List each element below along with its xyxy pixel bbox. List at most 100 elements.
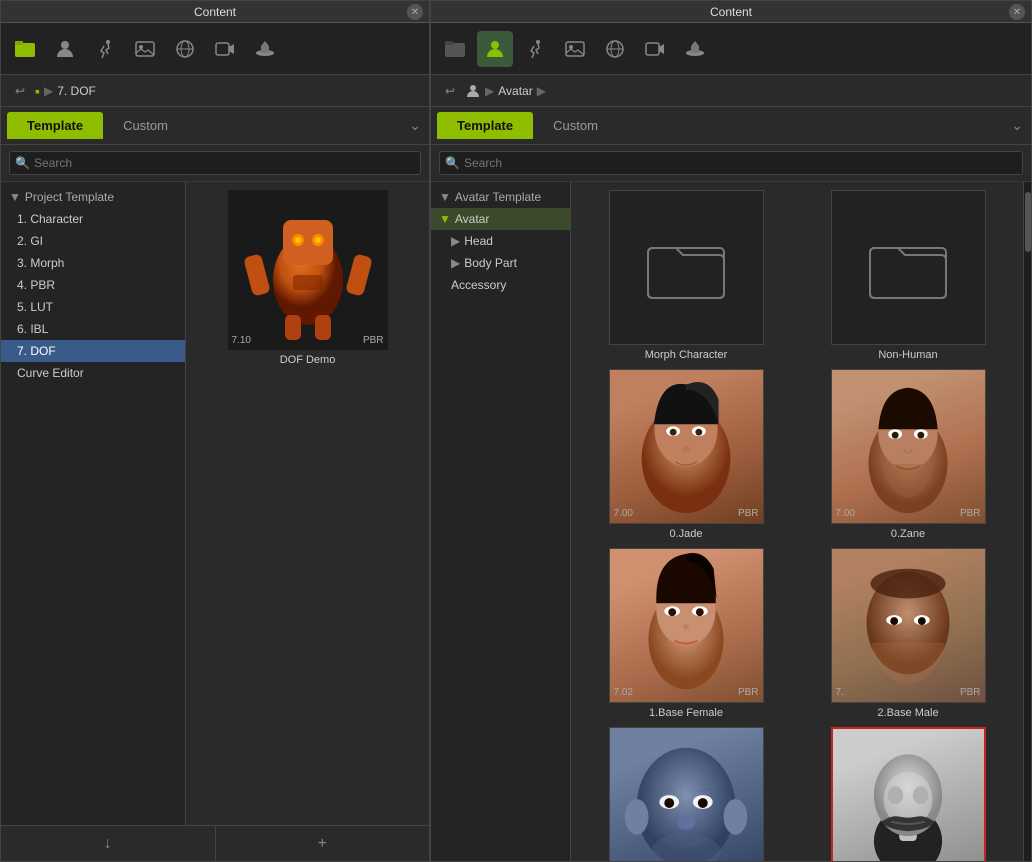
right-breadcrumb-sep2: ▶ [537, 84, 546, 98]
toolbar-video-icon[interactable] [207, 31, 243, 67]
right-search-wrap: 🔍 [439, 151, 1023, 175]
scrollbar-thumb[interactable] [1025, 192, 1031, 252]
grid-label-zane: 0.Zane [891, 528, 925, 540]
tree-item-ibl[interactable]: 6. IBL [1, 318, 185, 340]
breadcrumb-path: 7. DOF [57, 84, 96, 98]
right-tree-root[interactable]: ▼Avatar Template [431, 186, 570, 208]
right-tree-pane: ▼Avatar Template ▼Avatar ▶Head ▶Body Par… [431, 182, 571, 861]
left-close-button[interactable]: ✕ [407, 4, 423, 20]
right-back-button[interactable]: ↩ [439, 80, 461, 102]
right-toolbar-folder-icon[interactable] [437, 31, 473, 67]
right-search-bar: 🔍 [431, 145, 1031, 182]
right-content-area: ▼Avatar Template ▼Avatar ▶Head ▶Body Par… [431, 182, 1031, 861]
folder-svg-morph [646, 233, 726, 303]
tree-item-lut[interactable]: 5. LUT [1, 296, 185, 318]
right-toolbar [431, 23, 1031, 75]
right-toolbar-person-icon[interactable] [477, 31, 513, 67]
left-toolbar [1, 23, 429, 75]
left-search-bar: 🔍 [1, 145, 429, 182]
preview-version: 7.10 [232, 335, 251, 346]
zane-face [832, 370, 985, 523]
grid-thumb-dummy[interactable]: 7.02 PBR [831, 727, 986, 861]
male-version: 7. [836, 687, 844, 698]
right-tab-arrow[interactable]: ⌄ [1011, 117, 1023, 134]
grid-thumb-jade[interactable]: 7.00 PBR [609, 369, 764, 524]
right-title-bar: Content ✕ [431, 1, 1031, 23]
right-toolbar-scene-icon[interactable] [597, 31, 633, 67]
breadcrumb-person-icon [465, 83, 481, 99]
tree-item-dof[interactable]: 7. DOF [1, 340, 185, 362]
right-tree-avatar[interactable]: ▼Avatar [431, 208, 570, 230]
zane-version: 7.00 [836, 508, 855, 519]
preview-thumbnail: 7.10 PBR [228, 190, 388, 350]
download-button[interactable]: ↓ [1, 826, 216, 861]
toolbar-hat-icon[interactable] [247, 31, 283, 67]
breadcrumb-folder-icon: ▪ [35, 83, 40, 99]
grid-thumb-base-female[interactable]: 7.02 PBR [609, 548, 764, 703]
left-tree-pane: ▼Project Template 1. Character 2. GI 3. … [1, 182, 186, 825]
right-toolbar-run-icon[interactable] [517, 31, 553, 67]
right-breadcrumb-path: Avatar [498, 84, 532, 98]
toolbar-run-icon[interactable] [87, 31, 123, 67]
left-panel: Content ✕ ↩ ▪ ▶ 7. DOF Temp [0, 0, 430, 862]
right-scrollbar[interactable] [1023, 182, 1031, 861]
grid-card-zane: 7.00 PBR 0.Zane [801, 369, 1015, 540]
grid-thumb-morph-char[interactable] [609, 190, 764, 345]
left-tab-template[interactable]: Template [7, 112, 103, 139]
toolbar-image-icon[interactable] [127, 31, 163, 67]
toolbar-person-icon[interactable] [47, 31, 83, 67]
tree-item-morph[interactable]: 3. Morph [1, 252, 185, 274]
add-button[interactable]: + [216, 826, 430, 861]
left-back-button[interactable]: ↩ [9, 80, 31, 102]
right-search-icon: 🔍 [445, 156, 460, 170]
tree-item-character[interactable]: 1. Character [1, 208, 185, 230]
folder-svg-non-human [868, 233, 948, 303]
right-toolbar-hat-icon[interactable] [677, 31, 713, 67]
grid-card-walter: 7.00 PBR 3.Walter_ToKoMotion [579, 727, 793, 861]
right-search-input[interactable] [439, 151, 1023, 175]
grid-label-base-male: 2.Base Male [877, 707, 938, 719]
right-toolbar-image-icon[interactable] [557, 31, 593, 67]
preview-card-dof: 7.10 PBR DOF Demo [228, 190, 388, 366]
left-preview-pane: 7.10 PBR DOF Demo [186, 182, 429, 825]
left-content-area: ▼Project Template 1. Character 2. GI 3. … [1, 182, 429, 825]
right-breadcrumb: ↩ ▶ Avatar ▶ [431, 75, 1031, 107]
grid-thumb-non-human[interactable] [831, 190, 986, 345]
toolbar-scene-icon[interactable] [167, 31, 203, 67]
right-grid-pane: Morph Character Non-Human [571, 182, 1023, 861]
tree-item-gi[interactable]: 2. GI [1, 230, 185, 252]
left-search-wrap: 🔍 [9, 151, 421, 175]
right-tree-body-part[interactable]: ▶Body Part [431, 252, 570, 274]
content-grid: Morph Character Non-Human [579, 190, 1015, 861]
walter-face [610, 728, 763, 861]
left-panel-title: Content [194, 5, 236, 19]
grid-card-jade: 7.00 PBR 0.Jade [579, 369, 793, 540]
left-tab-custom[interactable]: Custom [103, 112, 188, 139]
grid-thumb-base-male[interactable]: 7. PBR [831, 548, 986, 703]
tree-item-curve-editor[interactable]: Curve Editor [1, 362, 185, 384]
preview-label: DOF Demo [280, 354, 336, 366]
right-toolbar-video-icon[interactable] [637, 31, 673, 67]
right-tree-head[interactable]: ▶Head [431, 230, 570, 252]
left-search-input[interactable] [9, 151, 421, 175]
grid-card-non-human: Non-Human [801, 190, 1015, 361]
tree-root[interactable]: ▼Project Template [1, 186, 185, 208]
right-tab-custom[interactable]: Custom [533, 112, 618, 139]
jade-badge: PBR [738, 508, 759, 519]
left-tab-arrow[interactable]: ⌄ [409, 117, 421, 134]
zane-badge: PBR [960, 508, 981, 519]
grid-thumb-zane[interactable]: 7.00 PBR [831, 369, 986, 524]
jade-version: 7.00 [614, 508, 633, 519]
male-badge: PBR [960, 687, 981, 698]
tree-item-pbr[interactable]: 4. PBR [1, 274, 185, 296]
grid-thumb-walter[interactable]: 7.00 PBR [609, 727, 764, 861]
left-tab-bar: Template Custom ⌄ [1, 107, 429, 145]
right-tree-accessory[interactable]: Accessory [431, 274, 570, 296]
right-close-button[interactable]: ✕ [1009, 4, 1025, 20]
right-tab-template[interactable]: Template [437, 112, 533, 139]
female-badge: PBR [738, 687, 759, 698]
right-panel: Content ✕ ↩ ▶ Avatar ▶ [430, 0, 1032, 862]
toolbar-folder-icon[interactable] [7, 31, 43, 67]
dummy-face [833, 729, 984, 861]
male-face [832, 549, 985, 702]
